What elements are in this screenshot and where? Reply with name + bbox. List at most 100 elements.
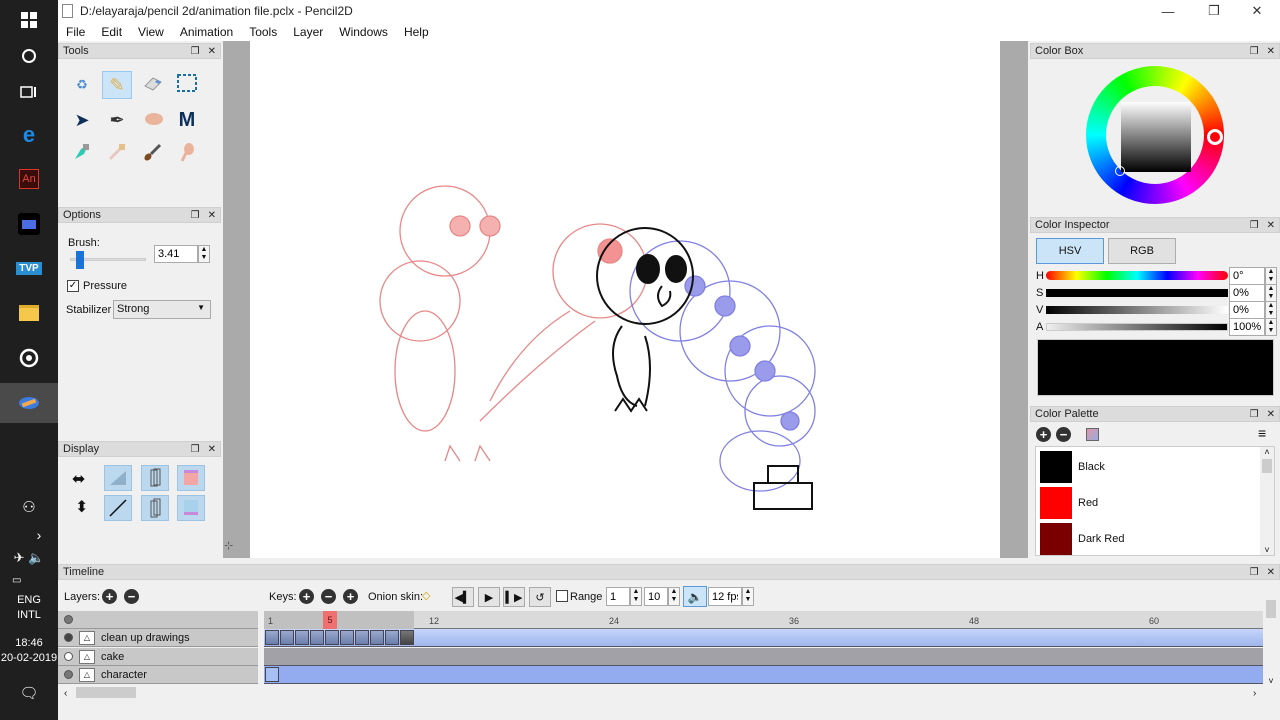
layer-visibility-toggle[interactable] bbox=[64, 633, 73, 642]
menu-tools[interactable]: Tools bbox=[241, 25, 285, 39]
close-icon[interactable]: ✕ bbox=[1267, 567, 1275, 578]
hand-tool-button[interactable] bbox=[138, 106, 168, 134]
range-start-spinner[interactable]: ▲ ▼ bbox=[630, 587, 642, 606]
keyframe[interactable] bbox=[280, 630, 294, 645]
layer-row[interactable]: △ cake bbox=[58, 648, 258, 666]
range-end-spinner[interactable]: ▲ ▼ bbox=[668, 587, 680, 606]
previous-frame-button[interactable]: ◀▍ bbox=[452, 587, 474, 607]
alpha-input[interactable] bbox=[1229, 318, 1265, 336]
saturation-slider[interactable] bbox=[1046, 289, 1228, 297]
volume-icon[interactable]: 🔈 bbox=[28, 550, 44, 565]
task-view-icon[interactable] bbox=[0, 74, 58, 110]
all-layers-visibility-toggle[interactable] bbox=[64, 615, 73, 624]
float-icon[interactable]: ❐ bbox=[1250, 220, 1259, 231]
minimize-button[interactable]: — bbox=[1145, 0, 1191, 22]
value-spinner[interactable]: ▲ ▼ bbox=[1265, 301, 1277, 319]
eyedropper-tool-button[interactable] bbox=[102, 140, 132, 168]
palette-item[interactable]: Dark Red bbox=[1040, 521, 1260, 555]
thin-lines-button[interactable] bbox=[104, 495, 132, 521]
hue-selector-handle[interactable] bbox=[1207, 129, 1223, 145]
layer-row[interactable]: △ character bbox=[58, 666, 258, 684]
pen-tool-button[interactable]: ✒ bbox=[102, 106, 132, 134]
value-slider[interactable] bbox=[1046, 306, 1228, 314]
select-tool-button[interactable] bbox=[172, 71, 202, 99]
file-explorer-icon[interactable] bbox=[0, 295, 58, 331]
keyframe[interactable] bbox=[325, 630, 339, 645]
onion-skin-red-button[interactable] bbox=[177, 465, 205, 491]
float-icon[interactable]: ❐ bbox=[1250, 567, 1259, 578]
add-color-button[interactable]: + bbox=[1036, 427, 1051, 442]
tvpaint-icon[interactable]: TVP bbox=[0, 250, 58, 286]
menu-file[interactable]: File bbox=[58, 25, 93, 39]
sound-toggle-button[interactable]: 🔈 bbox=[683, 586, 707, 607]
hue-spinner[interactable]: ▲ ▼ bbox=[1265, 267, 1277, 285]
layer-horizontal-scrollbar[interactable] bbox=[76, 687, 136, 698]
remove-layer-button[interactable]: − bbox=[124, 589, 139, 604]
color-selector-handle[interactable] bbox=[1115, 166, 1125, 176]
palette-menu-icon[interactable]: ≡ bbox=[1258, 425, 1266, 441]
alpha-slider[interactable] bbox=[1046, 323, 1228, 331]
float-icon[interactable]: ❐ bbox=[191, 444, 200, 455]
maximize-button[interactable]: ❐ bbox=[1191, 0, 1237, 22]
frame-ruler[interactable]: 5 1 12 24 36 48 60 bbox=[264, 611, 1263, 629]
cortana-icon[interactable] bbox=[0, 38, 58, 74]
adobe-animate-icon[interactable]: An bbox=[0, 161, 58, 197]
keyframe[interactable] bbox=[340, 630, 354, 645]
alpha-spinner[interactable]: ▲ ▼ bbox=[1265, 318, 1277, 336]
add-keyframe-button[interactable]: + bbox=[299, 589, 314, 604]
play-button[interactable]: ▶ bbox=[478, 587, 500, 607]
layer-visibility-toggle[interactable] bbox=[64, 652, 73, 661]
keyframe[interactable] bbox=[295, 630, 309, 645]
brush-tool-button[interactable] bbox=[138, 140, 168, 168]
layer-visibility-toggle[interactable] bbox=[64, 670, 73, 679]
keyframe[interactable] bbox=[265, 630, 279, 645]
brush-size-input[interactable] bbox=[154, 245, 198, 263]
float-icon[interactable]: ❐ bbox=[1250, 409, 1259, 420]
saturation-value-square[interactable] bbox=[1121, 102, 1191, 172]
outlines-button[interactable] bbox=[104, 465, 132, 491]
palette-item[interactable]: Black bbox=[1040, 449, 1260, 484]
scroll-left-arrow[interactable]: ‹ bbox=[64, 688, 67, 699]
keyframe[interactable] bbox=[355, 630, 369, 645]
hsv-tab[interactable]: HSV bbox=[1036, 238, 1104, 264]
clear-tool-button[interactable]: ♻ bbox=[67, 71, 97, 99]
onion-skin-blue-button[interactable] bbox=[177, 495, 205, 521]
groove-music-icon[interactable] bbox=[0, 340, 58, 376]
remove-color-button[interactable]: − bbox=[1056, 427, 1071, 442]
people-icon[interactable]: ⚇ bbox=[0, 498, 58, 516]
range-start-input[interactable] bbox=[606, 587, 630, 606]
saturation-spinner[interactable]: ▲ ▼ bbox=[1265, 284, 1277, 302]
onion-skin-prev-button[interactable] bbox=[141, 465, 169, 491]
track-row-cake[interactable] bbox=[264, 648, 1263, 666]
track-row-character[interactable] bbox=[264, 666, 1263, 684]
eraser-tool-button[interactable] bbox=[138, 71, 168, 99]
track-row-clean-up-drawings[interactable] bbox=[264, 629, 1263, 647]
color-dialog-button[interactable] bbox=[1086, 428, 1099, 441]
scroll-right-arrow[interactable]: › bbox=[1253, 688, 1256, 699]
keyframe[interactable] bbox=[400, 630, 414, 645]
remove-keyframe-button[interactable]: − bbox=[321, 589, 336, 604]
pencil-tool-button[interactable]: ✎ bbox=[102, 71, 132, 99]
float-icon[interactable]: ❐ bbox=[191, 46, 200, 57]
loop-button[interactable]: ↺ bbox=[529, 587, 551, 607]
float-icon[interactable]: ❐ bbox=[1250, 46, 1259, 57]
pencil2d-taskbar-icon[interactable] bbox=[0, 383, 58, 423]
show-hidden-icons-chevron[interactable]: › bbox=[0, 527, 58, 543]
edge-icon[interactable]: e bbox=[0, 117, 58, 153]
palette-item[interactable]: Red bbox=[1040, 485, 1260, 520]
menu-windows[interactable]: Windows bbox=[331, 25, 396, 39]
canvas-area[interactable]: ⊹ bbox=[223, 41, 1028, 558]
float-icon[interactable]: ❐ bbox=[191, 210, 200, 221]
saturation-input[interactable] bbox=[1229, 284, 1265, 302]
keyframe[interactable] bbox=[370, 630, 384, 645]
next-frame-button[interactable]: ▍▶ bbox=[503, 587, 525, 607]
pressure-checkbox[interactable]: ✓ bbox=[67, 280, 79, 292]
menu-view[interactable]: View bbox=[130, 25, 172, 39]
close-icon[interactable]: ✕ bbox=[208, 444, 216, 455]
fps-spinner[interactable]: ▲ ▼ bbox=[742, 587, 754, 606]
flip-vertical-button[interactable]: ⬍ bbox=[75, 497, 88, 517]
network-icon[interactable]: ▭ bbox=[0, 575, 58, 586]
bucket-tool-button[interactable] bbox=[67, 140, 97, 168]
clock[interactable]: 18:46 20-02-2019 bbox=[0, 637, 58, 664]
hue-slider[interactable] bbox=[1046, 271, 1228, 280]
